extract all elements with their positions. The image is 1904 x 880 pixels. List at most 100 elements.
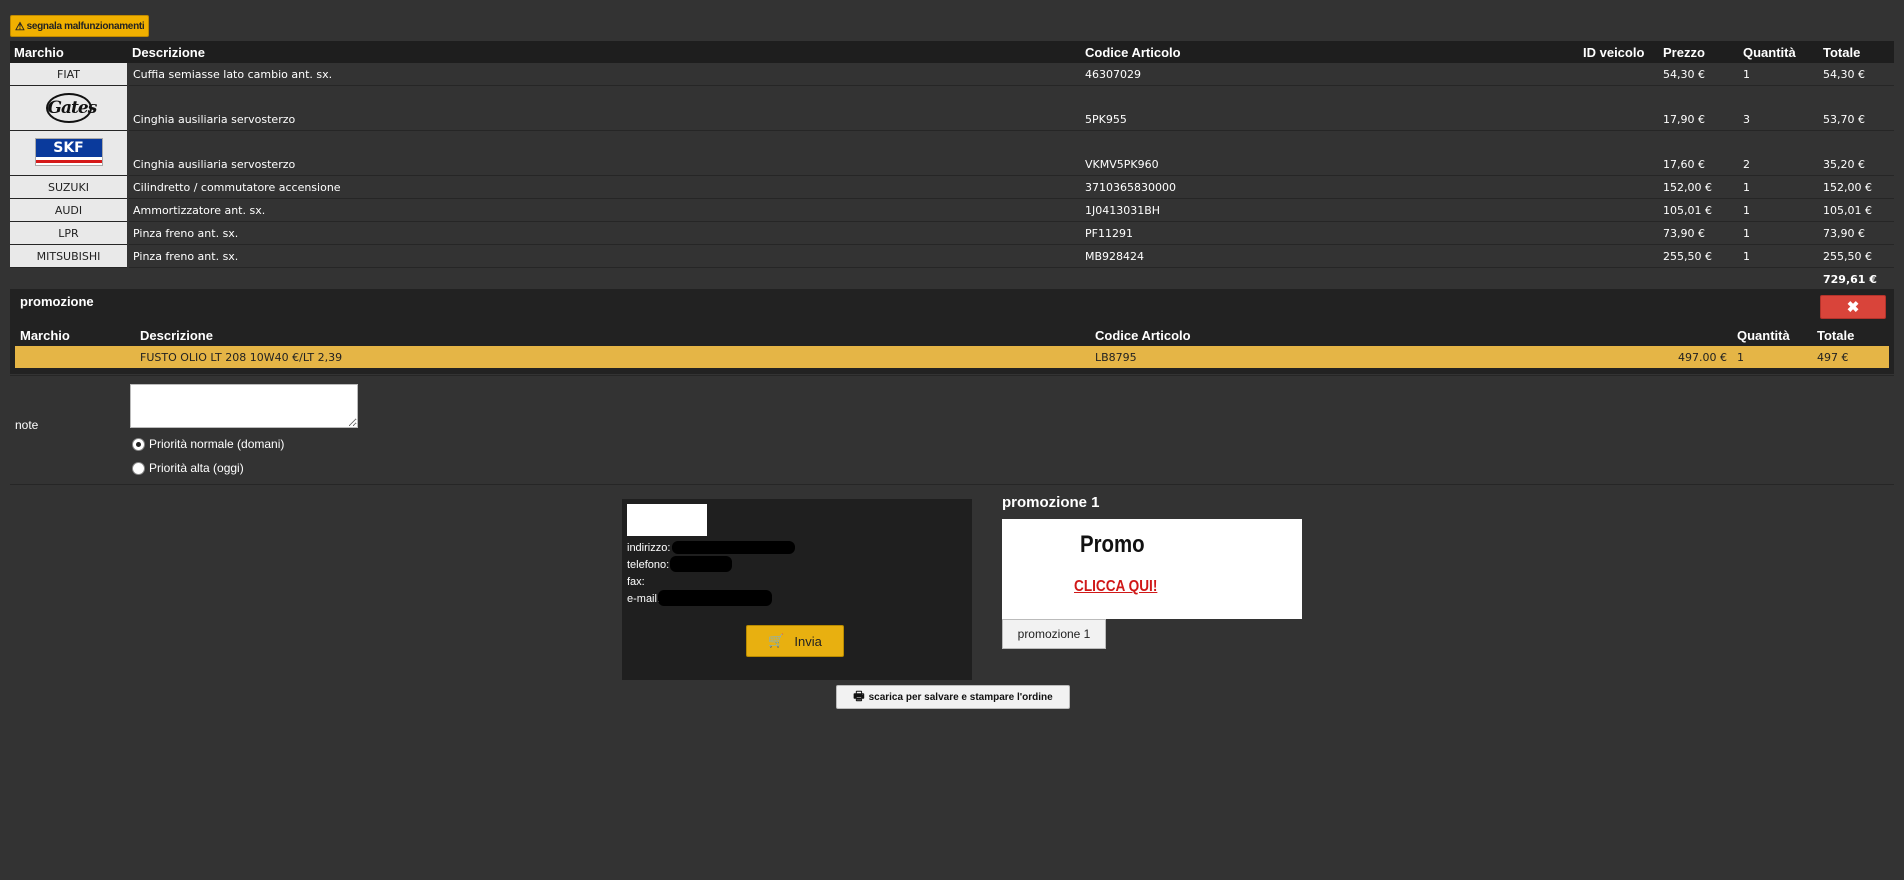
header-codice: Codice Articolo (1095, 327, 1191, 343)
table-row: SUZUKI Cilindretto / commutatore accensi… (10, 175, 1894, 199)
quantity-cell: 1 (1739, 198, 1819, 222)
close-icon: ✖ (1846, 299, 1860, 316)
total-cell: 35,20 € (1819, 130, 1894, 176)
description-cell: Pinza freno ant. sx. (128, 221, 1081, 245)
warning-icon: ⚠ (15, 20, 25, 33)
report-malfunction-label: segnala malfunzionamenti (26, 20, 145, 32)
spacer-cell (10, 267, 128, 291)
spacer-cell (128, 267, 1081, 291)
promo-banner[interactable]: Promo CLICCA QUI! (1002, 519, 1302, 619)
header-codice: Codice Articolo (1081, 41, 1579, 63)
download-print-label: scarica per salvare e stampare l'ordine (868, 691, 1053, 703)
radio-unchecked[interactable] (132, 461, 145, 475)
code-cell: 46307029 (1081, 63, 1579, 86)
gates-logo: Gates (45, 93, 97, 123)
quantity-cell: 2 (1739, 130, 1819, 176)
header-prezzo: Prezzo (1659, 41, 1739, 63)
brand-cell: MITSUBISHI (10, 244, 129, 268)
priority-high-option[interactable]: Priorità alta (oggi) (132, 461, 244, 475)
quantity-cell: 3 (1739, 85, 1819, 131)
quantity-cell: 1 (1739, 244, 1819, 268)
promo-tab[interactable]: promozione 1 (1002, 619, 1106, 649)
price-cell: 105,01 € (1659, 198, 1739, 222)
code-cell: 1J0413031BH (1081, 198, 1579, 222)
note-label: note (15, 418, 39, 432)
vehicle-cell (1579, 175, 1659, 199)
description-cell: Cinghia ausiliaria servosterzo (128, 85, 1081, 131)
download-print-button[interactable]: 🖶 scarica per salvare e stampare l'ordin… (836, 685, 1070, 709)
skf-logo: SKF (34, 137, 103, 166)
vehicle-cell (1579, 221, 1659, 245)
remove-promotion-button[interactable]: ✖ (1820, 295, 1886, 319)
cart-icon: 🛒 (768, 633, 785, 648)
price-cell: 17,90 € (1659, 85, 1739, 131)
brand-cell: Gates (10, 85, 129, 131)
vehicle-cell (1579, 130, 1659, 176)
spacer-cell (1081, 267, 1579, 291)
table-row: LPR Pinza freno ant. sx. PF11291 73,90 €… (10, 221, 1894, 245)
total-cell: 497 € (1812, 346, 1889, 368)
quantity-cell: 1 (1739, 221, 1819, 245)
spacer-cell (1579, 267, 1659, 291)
total-cell: 152,00 € (1819, 175, 1894, 199)
table-row: MITSUBISHI Pinza freno ant. sx. MB928424… (10, 244, 1894, 268)
table-row: Gates Cinghia ausiliaria servosterzo 5PK… (10, 85, 1894, 131)
grand-total: 729,61 € (1819, 267, 1894, 291)
code-cell: MB928424 (1081, 244, 1579, 268)
report-malfunction-button[interactable]: ⚠ segnala malfunzionamenti (10, 15, 150, 37)
price-cell: 17,60 € (1659, 130, 1739, 176)
table-row: FIAT Cuffia semiasse lato cambio ant. sx… (10, 63, 1894, 86)
brand-cell: SKF (10, 130, 129, 176)
quantity-cell: 1 (1732, 346, 1812, 368)
total-cell: 73,90 € (1819, 221, 1894, 245)
total-cell: 53,70 € (1819, 85, 1894, 131)
contact-panel: indirizzo: telefono: fax: e-mail: 🛒 Invi… (622, 499, 972, 680)
phone-label: telefono: (627, 559, 670, 571)
vehicle-cell (1579, 198, 1659, 222)
fax-label: fax: (627, 576, 645, 588)
code-cell: PF11291 (1081, 221, 1579, 245)
total-cell: 255,50 € (1819, 244, 1894, 268)
header-marchio: Marchio (10, 41, 128, 63)
company-logo (627, 504, 707, 536)
total-cell: 105,01 € (1819, 198, 1894, 222)
header-totale: Totale (1817, 327, 1855, 343)
brand-cell (15, 346, 135, 368)
promotion-section: promozione ✖ Marchio Descrizione Codice … (10, 289, 1894, 374)
header-descrizione: Descrizione (140, 327, 213, 343)
header-marchio: Marchio (20, 327, 70, 343)
vehicle-cell (1579, 63, 1659, 86)
code-cell: 5PK955 (1081, 85, 1579, 131)
price-cell: 497.00 € (1652, 346, 1732, 368)
header-totale: Totale (1819, 41, 1894, 63)
order-table-header: Marchio Descrizione Codice Articolo ID v… (10, 41, 1894, 63)
code-cell: 3710365830000 (1081, 175, 1579, 199)
note-input[interactable] (130, 384, 358, 428)
radio-checked[interactable] (132, 437, 145, 451)
quantity-cell: 1 (1739, 175, 1819, 199)
brand-cell: FIAT (10, 63, 129, 86)
description-cell: Ammortizzatore ant. sx. (128, 198, 1081, 222)
description-cell: FUSTO OLIO LT 208 10W40 €/LT 2,39 (135, 346, 1090, 368)
brand-cell: AUDI (10, 198, 129, 222)
send-order-button[interactable]: 🛒 Invia (746, 625, 844, 657)
code-cell: VKMV5PK960 (1081, 130, 1579, 176)
priority-normal-option[interactable]: Priorità normale (domani) (132, 437, 284, 451)
price-cell: 54,30 € (1659, 63, 1739, 86)
priority-normal-label: Priorità normale (domani) (149, 437, 285, 451)
price-cell: 255,50 € (1659, 244, 1739, 268)
priority-high-label: Priorità alta (oggi) (149, 461, 244, 475)
quantity-cell: 1 (1739, 63, 1819, 86)
description-cell: Cinghia ausiliaria servosterzo (128, 130, 1081, 176)
redacted-email (658, 590, 772, 606)
spacer-cell (1659, 267, 1739, 291)
spacer-cell (1739, 267, 1819, 291)
order-table: Marchio Descrizione Codice Articolo ID v… (10, 41, 1894, 291)
code-cell: LB8795 (1090, 346, 1652, 368)
divider (10, 375, 1894, 376)
price-cell: 73,90 € (1659, 221, 1739, 245)
printer-icon: 🖶 (853, 688, 865, 703)
promo-banner-cta[interactable]: CLICCA QUI! (1074, 578, 1157, 596)
promotion-row: FUSTO OLIO LT 208 10W40 €/LT 2,39 LB8795… (15, 346, 1889, 368)
header-descrizione: Descrizione (128, 41, 1081, 63)
